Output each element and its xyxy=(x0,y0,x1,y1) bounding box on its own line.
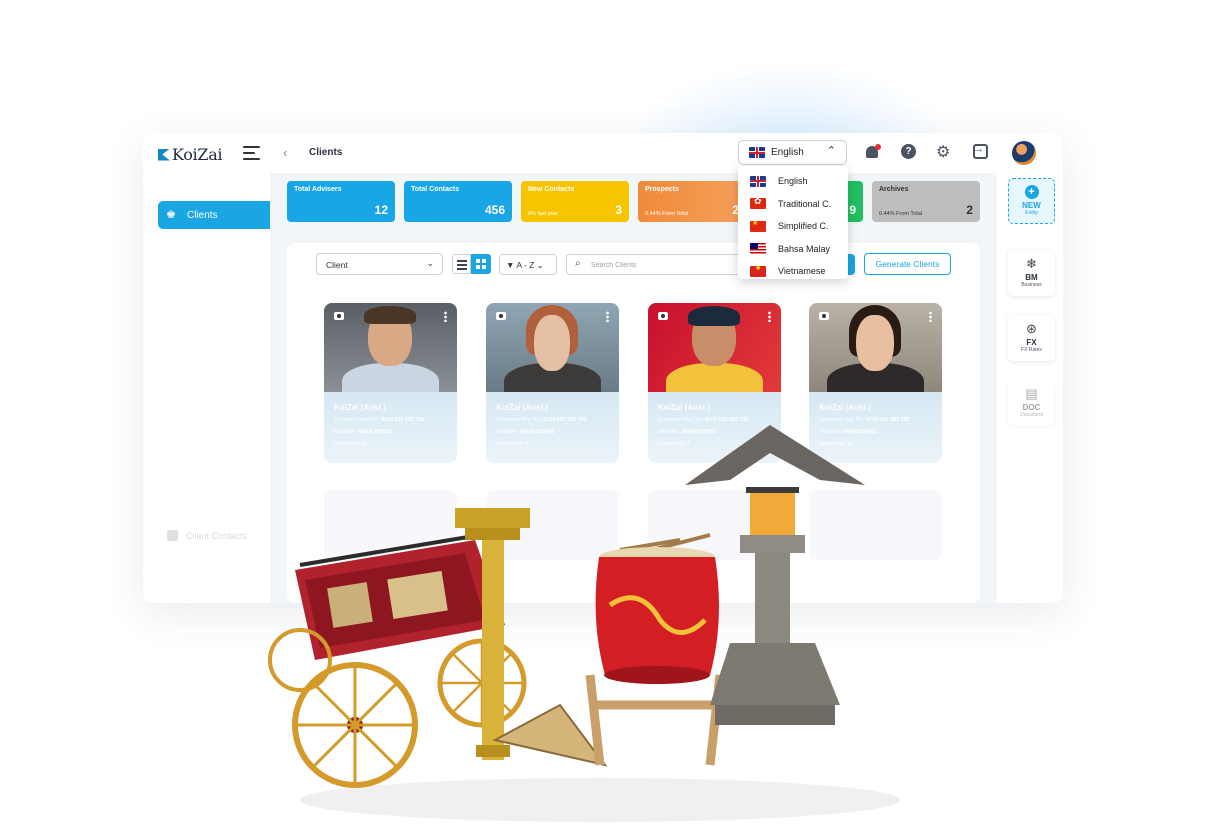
generate-clients-button[interactable]: Generate Clients xyxy=(864,253,951,275)
left-sidebar: ♚ Clients Client Contacts xyxy=(143,173,270,603)
client-select[interactable]: Client ⌄ xyxy=(316,253,443,275)
currency-icon: ⊛ xyxy=(1026,321,1037,336)
uk-flag-icon xyxy=(750,175,766,187)
language-option-label: Simplified C. xyxy=(778,221,829,232)
rail-subtitle: FX Rates xyxy=(1021,347,1042,353)
stat-title: New Contacts xyxy=(528,186,575,193)
stat-value: 12 xyxy=(374,203,388,217)
stat-title: Archives xyxy=(879,186,909,193)
notification-dot xyxy=(875,144,881,150)
rail-title: FX xyxy=(1026,338,1037,347)
stat-total-contacts[interactable]: Total Contacts 456 xyxy=(404,181,512,222)
language-select[interactable]: English ⌃ xyxy=(738,140,847,165)
stat-value: 456 xyxy=(484,203,505,217)
brand-logo[interactable]: KoiZai xyxy=(158,145,223,164)
more-options-icon[interactable] xyxy=(444,311,447,322)
fx-rates-button[interactable]: ⊛ FX FX Rates xyxy=(1008,315,1055,361)
client-select-value: Client xyxy=(326,260,348,270)
hong-kong-flag-icon xyxy=(750,198,766,210)
stat-subtitle: 0% last year xyxy=(528,211,559,217)
grid-view-icon[interactable] xyxy=(471,254,491,274)
sort-select[interactable]: ▼ A - Z ⌄ xyxy=(499,254,557,275)
language-option-label: Bahsa Malay xyxy=(778,243,831,254)
stat-value: 3 xyxy=(615,203,622,217)
stat-prospects[interactable]: Prospects 0.44% From Total 2 xyxy=(638,181,746,222)
stat-subtitle: 0.44% From Total xyxy=(879,211,923,217)
sidebar-item-label: Clients xyxy=(187,209,218,221)
rail-title: DOC xyxy=(1022,403,1041,412)
language-menu: English Traditional C. Simplified C. Bah… xyxy=(738,166,848,279)
user-avatar[interactable] xyxy=(1012,141,1036,165)
search-icon: ⌕ xyxy=(575,258,581,269)
malaysia-flag-icon xyxy=(750,243,766,255)
stat-archives[interactable]: Archives 0.44% From Total 2 xyxy=(872,181,980,222)
language-option-simplified-chinese[interactable]: Simplified C. xyxy=(738,215,848,238)
sidebar-item-faded-label: Client Contacts xyxy=(186,530,248,541)
stat-title: Total Contacts xyxy=(411,186,460,193)
uk-flag-icon xyxy=(749,147,765,158)
new-entity-button[interactable]: + NEW Entity xyxy=(1008,178,1055,224)
list-view-icon[interactable] xyxy=(452,254,471,274)
language-option-label: Traditional C. xyxy=(778,198,832,209)
more-options-icon[interactable] xyxy=(929,311,932,322)
brand-name: KoiZai xyxy=(172,145,223,164)
help-icon[interactable]: ? xyxy=(901,144,919,162)
rail-title: BM xyxy=(1025,273,1038,282)
rail-button-faded[interactable] xyxy=(1008,445,1055,491)
drum-icon xyxy=(585,533,725,766)
language-select-label: English xyxy=(771,147,804,158)
stat-new-contacts[interactable]: New Contacts 0% last year 3 xyxy=(521,181,629,222)
rail-title: NEW xyxy=(1022,201,1041,210)
stat-value: 9 xyxy=(849,203,856,217)
right-rail: + NEW Entity ❄ BM Business ⊛ FX FX Rates… xyxy=(995,173,1063,603)
china-flag-icon xyxy=(750,220,766,232)
sidebar-item-clients[interactable]: ♚ Clients xyxy=(158,201,270,229)
users-icon: ♚ xyxy=(166,209,176,221)
breadcrumb: Clients xyxy=(309,147,343,158)
stat-total-advisers[interactable]: Total Advisers 12 xyxy=(287,181,395,222)
stat-title: Prospects xyxy=(645,186,679,193)
stat-value: 2 xyxy=(966,203,973,217)
logout-icon[interactable] xyxy=(973,143,988,159)
sort-label: A - Z xyxy=(516,260,535,270)
vietnam-flag-icon xyxy=(750,265,766,277)
chevron-up-icon: ⌃ xyxy=(826,145,836,157)
filter-icon: ▼ xyxy=(506,260,515,270)
chevron-down-icon: ⌄ xyxy=(426,258,434,268)
camera-icon[interactable] xyxy=(334,312,344,320)
language-option-traditional-chinese[interactable]: Traditional C. xyxy=(738,193,848,216)
back-chevron-icon[interactable]: ‹ xyxy=(283,145,287,160)
business-button[interactable]: ❄ BM Business xyxy=(1008,250,1055,296)
rail-button-faded[interactable] xyxy=(1008,510,1055,556)
stat-subtitle: 0.44% From Total xyxy=(645,211,689,217)
rail-subtitle: Entity xyxy=(1025,210,1038,216)
contacts-icon xyxy=(167,530,178,541)
language-option-vietnamese[interactable]: Vietnamese xyxy=(738,260,848,283)
camera-icon[interactable] xyxy=(819,312,829,320)
chevron-down-icon: ⌄ xyxy=(536,260,544,270)
document-button[interactable]: ▤ DOC Document xyxy=(1008,380,1055,426)
stat-title: Total Advisers xyxy=(294,186,342,193)
sidebar-item-faded[interactable]: Client Contacts xyxy=(167,530,247,541)
rail-subtitle: Business xyxy=(1021,282,1042,288)
language-option-english[interactable]: English xyxy=(738,170,848,193)
more-options-icon[interactable] xyxy=(606,311,609,322)
top-bar: KoiZai ‹ Clients English ⌃ ? ⚙ xyxy=(143,133,1063,173)
language-option-label: Vietnamese xyxy=(778,266,826,277)
logo-mark-icon xyxy=(158,148,170,161)
camera-icon[interactable] xyxy=(658,312,668,320)
more-options-icon[interactable] xyxy=(768,311,771,322)
decorative-illustration xyxy=(268,425,900,822)
notification-bell-icon[interactable] xyxy=(864,144,882,162)
language-option-malay[interactable]: Bahsa Malay xyxy=(738,238,848,261)
language-option-label: English xyxy=(778,176,808,187)
menu-toggle-icon[interactable] xyxy=(243,146,260,160)
plus-icon: + xyxy=(1024,185,1039,199)
document-icon: ▤ xyxy=(1025,386,1038,401)
rail-subtitle: Document xyxy=(1020,412,1043,418)
network-icon: ❄ xyxy=(1026,256,1037,271)
camera-icon[interactable] xyxy=(496,312,506,320)
settings-gear-icon[interactable]: ⚙ xyxy=(936,144,954,162)
